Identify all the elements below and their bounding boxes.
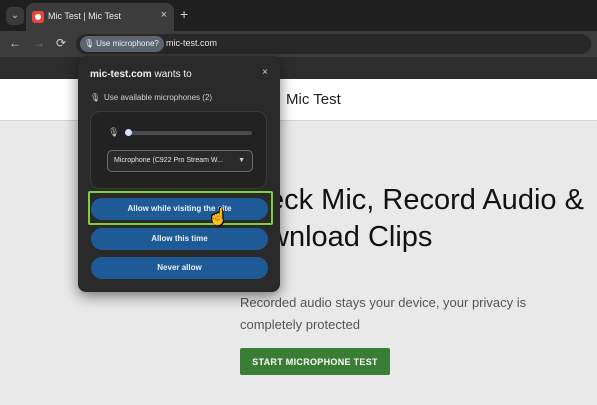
permission-chip[interactable]: 🎙 Use microphone? — [80, 36, 164, 52]
mic-level-indicator — [125, 129, 132, 136]
never-allow-button[interactable]: Never allow — [91, 257, 268, 279]
microphone-select[interactable]: Microphone (C922 Pro Stream W... ▼ — [107, 150, 253, 172]
use-microphones-text: Use available microphones (2) — [104, 93, 213, 102]
close-icon[interactable]: × — [262, 67, 268, 78]
allow-while-visiting-button[interactable]: Allow while visiting the site — [91, 198, 268, 220]
hand-cursor-icon: ☝ — [208, 209, 228, 226]
caret-down-icon: ▼ — [238, 157, 245, 164]
reload-button[interactable]: ⟳ — [56, 36, 66, 50]
popup-title: mic-test.com wants to — [90, 69, 192, 80]
active-tab[interactable]: Mic Test | Mic Test × — [26, 3, 174, 31]
toolbar: ← → ⟳ 🎙 Use microphone? mic-test.com — [0, 31, 597, 57]
tab-search-button[interactable]: ⌄ — [6, 7, 24, 25]
tab-close-icon[interactable]: × — [161, 9, 167, 21]
microphone-icon: 🎙 — [84, 39, 95, 48]
favicon-icon — [32, 11, 44, 23]
new-tab-button[interactable]: + — [180, 6, 188, 22]
site-name: Mic Test — [286, 91, 341, 108]
permission-popup: mic-test.com wants to × 🎙 Use available m… — [78, 56, 280, 292]
forward-button[interactable]: → — [33, 36, 45, 50]
address-bar[interactable]: 🎙 Use microphone? mic-test.com — [76, 34, 591, 54]
tab-strip: ⌄ Mic Test | Mic Test × + — [0, 0, 597, 31]
page-headline: eck Mic, Record Audio & wnload Clips — [268, 184, 584, 253]
mic-level-meter — [126, 131, 252, 135]
back-button[interactable]: ← — [9, 36, 21, 50]
page-subtext: Recorded audio stays your device, your p… — [240, 295, 527, 332]
permission-chip-label: Use microphone? — [96, 39, 159, 48]
tab-title: Mic Test | Mic Test — [48, 11, 122, 21]
start-microphone-test-button[interactable]: START MICROPHONE TEST — [240, 348, 390, 375]
url-text: mic-test.com — [166, 38, 218, 48]
popup-site: mic-test.com — [90, 69, 152, 80]
popup-wants-to: wants to — [154, 69, 192, 80]
microphone-level-icon: 🎙 — [108, 127, 120, 137]
microphone-select-value: Microphone (C922 Pro Stream W... — [114, 157, 223, 164]
microphone-icon: 🎙 — [90, 93, 101, 102]
use-microphones-row: 🎙 Use available microphones (2) — [90, 93, 212, 102]
chevron-down-icon: ⌄ — [10, 10, 20, 21]
microphone-panel: 🎙 Microphone (C922 Pro Stream W... ▼ — [90, 111, 267, 189]
allow-this-time-button[interactable]: Allow this time — [91, 228, 268, 250]
